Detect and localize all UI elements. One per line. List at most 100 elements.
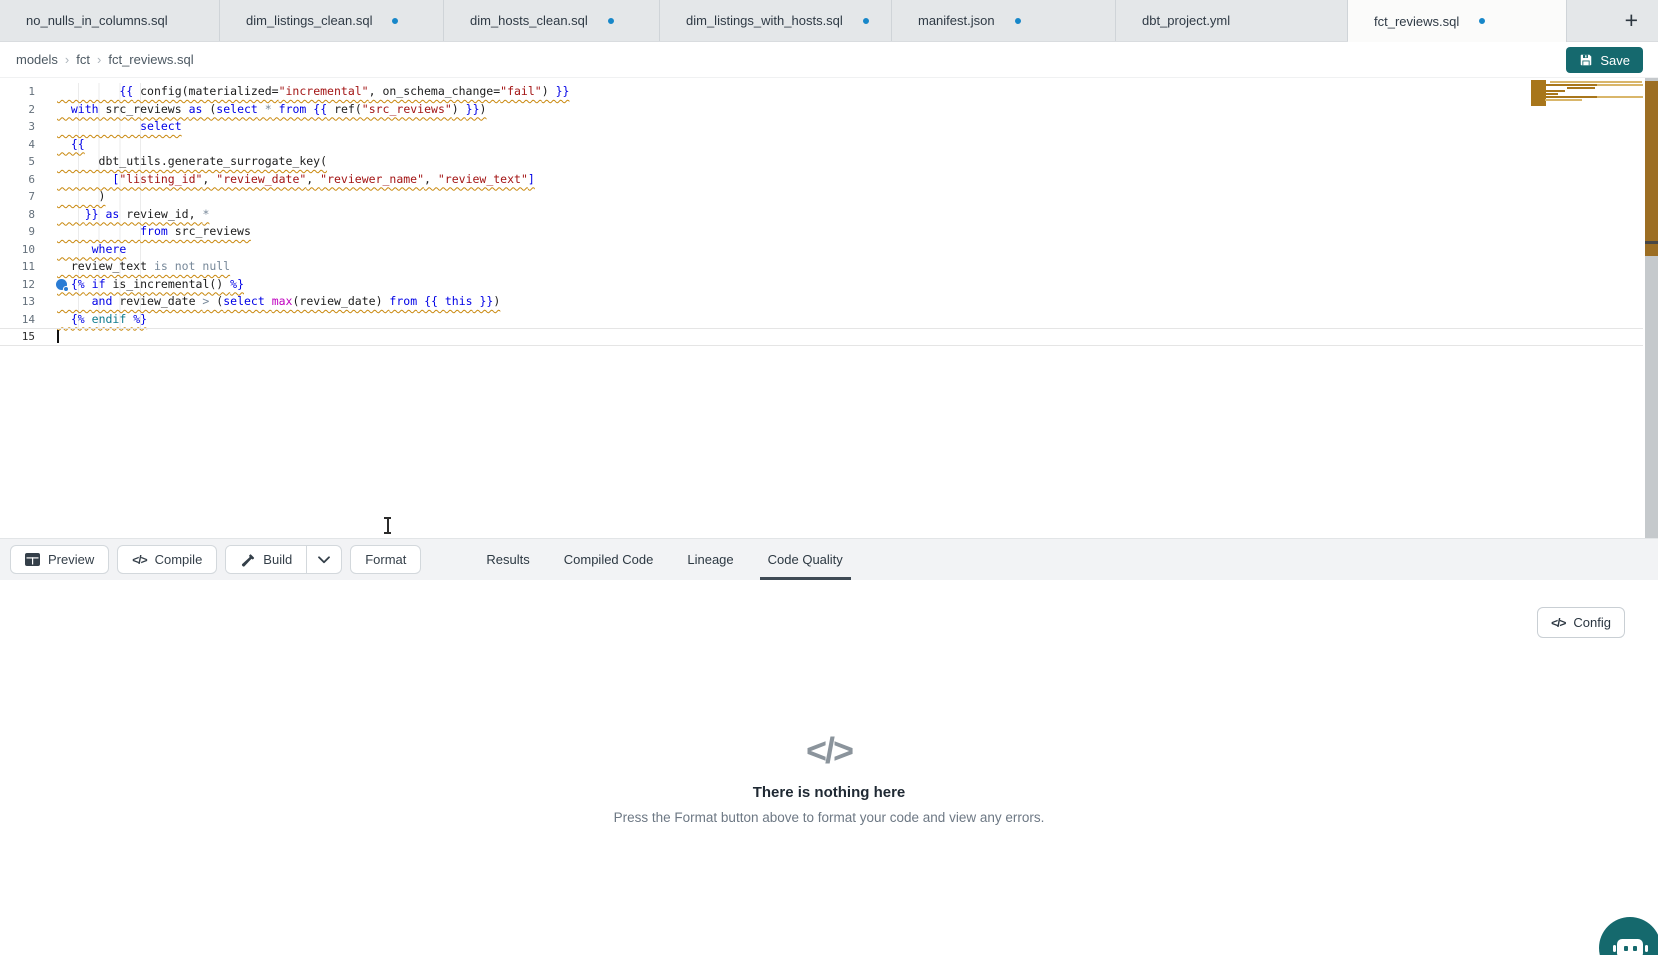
build-split-button: Build — [225, 545, 342, 574]
mouse-ibeam-cursor — [387, 518, 389, 533]
editor-tab[interactable]: fct_reviews.sql — [1348, 0, 1567, 42]
table-icon — [25, 553, 40, 566]
editor-scrollbar[interactable] — [1645, 78, 1658, 538]
preview-button[interactable]: Preview — [10, 545, 109, 574]
format-button[interactable]: Format — [350, 545, 421, 574]
unsaved-changes-dot-icon — [392, 18, 398, 24]
panel-tab-results[interactable]: Results — [469, 539, 546, 580]
editor-tab[interactable]: dbt_project.yml — [1116, 0, 1348, 41]
code-line[interactable]: 12 {% if is_incremental() %} — [0, 276, 1643, 294]
tab-label: manifest.json — [918, 13, 995, 28]
code-text: ) — [57, 188, 105, 206]
unsaved-changes-dot-icon — [1479, 18, 1485, 24]
editor-tab[interactable]: dim_listings_clean.sql — [220, 0, 444, 41]
line-number: 13 — [0, 293, 57, 311]
code-line[interactable]: 9 from src_reviews — [0, 223, 1643, 241]
line-number: 8 — [0, 206, 57, 224]
line-number: 2 — [0, 101, 57, 119]
code-line[interactable]: 2 with src_reviews as (select * from {{ … — [0, 101, 1643, 119]
breadcrumb-item[interactable]: models — [16, 52, 58, 67]
empty-state-title: There is nothing here — [0, 784, 1658, 801]
config-button[interactable]: </> Config — [1537, 607, 1625, 638]
breadcrumb-separator-icon: › — [97, 52, 101, 67]
code-icon: </> — [1551, 616, 1565, 630]
code-text: where — [57, 241, 126, 259]
tab-label: no_nulls_in_columns.sql — [26, 13, 168, 28]
tab-label: dim_listings_clean.sql — [246, 13, 372, 28]
breadcrumb-separator-icon: › — [65, 52, 69, 67]
results-tab-strip: ResultsCompiled CodeLineageCode Quality — [469, 539, 859, 580]
code-text: {% if is_incremental() %} — [57, 276, 244, 294]
app-window: no_nulls_in_columns.sql dim_listings_clea… — [0, 0, 1658, 955]
code-line[interactable]: 6 ["listing_id", "review_date", "reviewe… — [0, 171, 1643, 189]
robot-chat-icon — [1617, 939, 1643, 955]
line-number: 15 — [0, 328, 57, 346]
code-line[interactable]: 11 review_text is not null — [0, 258, 1643, 276]
preview-button-label: Preview — [48, 552, 94, 567]
code-line[interactable]: 3 select — [0, 118, 1643, 136]
line-number: 3 — [0, 118, 57, 136]
editor-tab[interactable]: no_nulls_in_columns.sql — [0, 0, 220, 41]
chevron-down-icon — [318, 556, 330, 564]
line-number: 6 — [0, 171, 57, 189]
code-brackets-icon: </> — [0, 730, 1658, 772]
code-line[interactable]: 4 {{ — [0, 136, 1643, 154]
build-dropdown-button[interactable] — [307, 546, 341, 573]
new-tab-button[interactable]: + — [1621, 9, 1642, 32]
code-text: {{ — [57, 136, 85, 154]
build-button[interactable]: Build — [226, 546, 306, 573]
compile-button[interactable]: </> Compile — [117, 545, 217, 574]
hammer-icon — [240, 552, 255, 567]
panel-tab-compiled-code[interactable]: Compiled Code — [547, 539, 671, 580]
code-line[interactable]: 7 ) — [0, 188, 1643, 206]
editor-tab[interactable]: manifest.json — [892, 0, 1116, 41]
code-line[interactable]: 14 {% endif %} — [0, 311, 1643, 329]
code-text: select — [57, 118, 182, 136]
editor-tab[interactable]: dim_listings_with_hosts.sql — [660, 0, 892, 41]
compile-button-label: Compile — [155, 552, 203, 567]
scrollbar-cursor-mark — [1645, 241, 1658, 244]
config-button-label: Config — [1573, 615, 1611, 630]
code-line[interactable]: 15 — [0, 328, 1643, 346]
code-line[interactable]: 1 {{ config(materialized="incremental", … — [0, 83, 1643, 101]
code-text: {{ config(materialized="incremental", on… — [57, 83, 569, 101]
file-header-bar: models › fct › fct_reviews.sql Save — [0, 42, 1658, 78]
code-line[interactable]: 8 }} as review_id, * — [0, 206, 1643, 224]
build-button-label: Build — [263, 552, 292, 567]
editor-tab[interactable]: dim_hosts_clean.sql — [444, 0, 660, 41]
breadcrumb-item[interactable]: fct — [76, 52, 90, 67]
code-text: }} as review_id, * — [57, 206, 209, 224]
tab-bar-filler: + — [1567, 0, 1658, 41]
code-line[interactable]: 10 where — [0, 241, 1643, 259]
line-number: 7 — [0, 188, 57, 206]
line-number: 1 — [0, 83, 57, 101]
line-number: 4 — [0, 136, 57, 154]
code-line[interactable]: 5 dbt_utils.generate_surrogate_key( — [0, 153, 1643, 171]
code-line[interactable]: 13 and review_date > (select max(review_… — [0, 293, 1643, 311]
code-action-lightbulb-icon[interactable] — [56, 279, 67, 290]
scrollbar-warning-marks — [1645, 81, 1658, 256]
breadcrumb-item[interactable]: fct_reviews.sql — [108, 52, 193, 67]
code-text: with src_reviews as (select * from {{ re… — [57, 101, 486, 119]
tab-label: fct_reviews.sql — [1374, 14, 1459, 29]
code-editor[interactable]: 1 {{ config(materialized="incremental", … — [0, 78, 1658, 538]
panel-tab-lineage[interactable]: Lineage — [670, 539, 750, 580]
line-number: 12 — [0, 276, 57, 294]
breadcrumb: models › fct › fct_reviews.sql — [16, 52, 194, 67]
code-text: review_text is not null — [57, 258, 230, 276]
panel-tab-code-quality[interactable]: Code Quality — [751, 539, 860, 580]
editor-tab-bar: no_nulls_in_columns.sql dim_listings_clea… — [0, 0, 1658, 42]
code-icon: </> — [132, 553, 146, 567]
unsaved-changes-dot-icon — [1015, 18, 1021, 24]
line-number: 10 — [0, 241, 57, 259]
format-button-label: Format — [365, 552, 406, 567]
empty-state-subtitle: Press the Format button above to format … — [0, 810, 1658, 825]
empty-state: </> There is nothing here Press the Form… — [0, 730, 1658, 825]
code-text — [57, 328, 59, 346]
save-button[interactable]: Save — [1566, 47, 1643, 73]
code-quality-panel: </> Config </> There is nothing here Pre… — [0, 580, 1658, 955]
save-button-label: Save — [1600, 53, 1630, 68]
unsaved-changes-dot-icon — [608, 18, 614, 24]
line-number: 11 — [0, 258, 57, 276]
code-text: {% endif %} — [57, 311, 147, 329]
